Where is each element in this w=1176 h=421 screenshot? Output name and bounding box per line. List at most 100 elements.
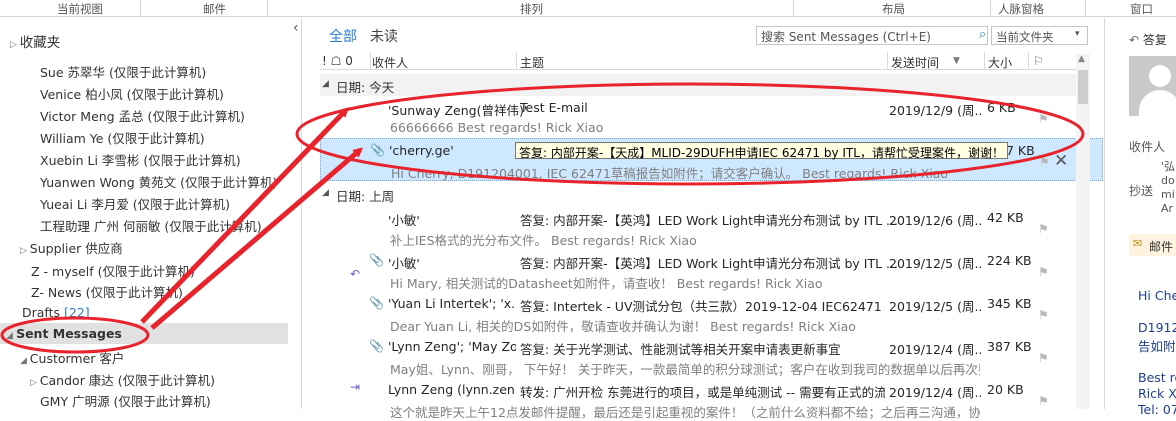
favorites-node[interactable]: ▷ 收藏夹 xyxy=(10,31,60,51)
message-to: 'cherry.ge' xyxy=(389,143,454,158)
ribbon-separator xyxy=(793,0,794,16)
folder-item-customer[interactable]: ◢ Custormer 客户 xyxy=(20,348,124,367)
ribbon-group-arrange[interactable]: 排列 xyxy=(520,1,543,17)
attachment-icon: 📎 xyxy=(369,296,384,310)
avatar-body xyxy=(1139,90,1176,116)
attachment-icon: 📎 xyxy=(369,339,384,353)
folder-item-candor[interactable]: ▷ Candor 康达 (仅限于此计算机) xyxy=(30,370,215,389)
expand-triangle-icon: ▷ xyxy=(10,40,20,50)
search-icon[interactable]: ⌕ xyxy=(979,27,986,42)
folder-pane: ‹ ▷ 收藏夹 Sue 苏翠华 (仅限于此计算机) Venice 柏小凤 (仅限… xyxy=(0,18,302,409)
search-box[interactable]: 搜索 Sent Messages (Ctrl+E) ⌕ xyxy=(756,26,988,45)
folder-item[interactable]: Z- News (仅限于此计算机) xyxy=(31,282,183,301)
flag-column-icon[interactable]: ⚐ xyxy=(1033,54,1044,68)
collapse-triangle-icon: ◢ xyxy=(322,188,329,198)
attachment-icon: 📎 xyxy=(369,253,384,267)
scroll-thumb[interactable] xyxy=(1078,70,1088,104)
message-row[interactable]: 📎 'Lynn Zeng'; 'May Zo... 答复: 关于光学测试、性能测… xyxy=(320,335,1103,378)
message-to: '小敏' xyxy=(388,213,420,228)
flag-icon[interactable]: ⚑ xyxy=(1038,308,1049,322)
folder-item[interactable]: Victor Meng 孟总 (仅限于此计算机) xyxy=(40,106,245,125)
ribbon-group-layout[interactable]: 布局 xyxy=(882,1,905,17)
message-to: '小敏' xyxy=(388,256,420,271)
body-line: 告如附 xyxy=(1138,339,1176,354)
message-list-scrollbar[interactable]: ▲ xyxy=(1076,54,1090,409)
expand-triangle-icon: ▷ xyxy=(30,378,40,388)
message-to: Lynn Zeng (lynn.zen... xyxy=(388,382,516,397)
message-row[interactable]: 📎 'Yuan Li Intertek'; 'x... 答复: Intertek… xyxy=(320,292,1103,335)
ribbon-separator xyxy=(140,0,141,16)
message-to: 'Lynn Zeng'; 'May Zo... xyxy=(388,339,516,354)
message-size: 345 KB xyxy=(987,296,1032,311)
message-date: 2019/12/5 (周... xyxy=(889,299,981,314)
sort-descending-icon: ▼ xyxy=(953,56,960,66)
column-separator xyxy=(984,52,985,69)
search-scope-value: 当前文件夹 xyxy=(996,30,1054,44)
message-list-pane: 全部 未读 搜索 Sent Messages (Ctrl+E) ⌕ 当前文件夹 … xyxy=(303,18,1103,420)
column-size-header[interactable]: 大小 xyxy=(988,54,1012,71)
message-preview: Dear Yuan Li, 相关的DS如附件，敬请查收并确认为谢！ Best r… xyxy=(390,319,856,334)
folder-item-supplier[interactable]: ▷ Supplier 供应商 xyxy=(20,238,123,257)
flag-icon[interactable]: ⚑ xyxy=(1038,222,1049,236)
message-size: 42 KB xyxy=(987,210,1024,225)
reply-button[interactable]: ↶ 答复 xyxy=(1129,31,1167,48)
flag-icon[interactable]: ⚑ xyxy=(1038,112,1049,126)
delete-icon[interactable]: ✕ xyxy=(1054,151,1068,171)
folder-scrollbar[interactable] xyxy=(293,18,301,409)
folder-item-sent-messages[interactable]: ◢ Sent Messages xyxy=(6,326,122,341)
flag-icon[interactable]: ⚑ xyxy=(1038,351,1049,365)
message-row[interactable]: '小敏' 答复: 内部开案-【英鸿】LED Work Light申请光分布测试 … xyxy=(320,206,1103,249)
sent-label: Sent Messages xyxy=(16,326,122,341)
group-header-last-week[interactable]: ◢ 日期: 上周 xyxy=(320,183,1090,205)
message-subject: 答复: 内部开案-【英鸿】LED Work Light申请光分布测试 by IT… xyxy=(520,213,898,228)
ribbon-group-window[interactable]: 窗口 xyxy=(1130,1,1153,17)
message-size: 20 KB xyxy=(987,382,1024,397)
search-scope-dropdown[interactable]: 当前文件夹 ▾ xyxy=(991,26,1088,45)
folder-item[interactable]: Yuanwen Wong 黄苑文 (仅限于此计算机) xyxy=(40,172,277,191)
body-line: Best re xyxy=(1138,370,1176,385)
message-row[interactable]: ↶ 📎 '小敏' 答复: 内部开案-【英鸿】LED Work Light申请光分… xyxy=(320,249,1103,292)
message-size: 6 KB xyxy=(987,100,1016,115)
message-date: 2019/12/6 (周... xyxy=(889,213,981,228)
column-sent-header[interactable]: 发送时间 xyxy=(891,54,939,71)
folder-item[interactable]: Yueai Li 李月爱 (仅限于此计算机) xyxy=(40,194,230,213)
ribbon-group-current-view[interactable]: 当前视图 xyxy=(57,1,103,17)
message-date: 2019/12/5 (周... xyxy=(889,256,981,271)
column-icons-header[interactable]: ! ☖ 0 xyxy=(322,54,353,68)
message-row[interactable]: 'Sunway Zeng(曾祥伟)' Test E-mail 2019/12/9… xyxy=(320,96,1103,139)
collapse-triangle-icon: ◢ xyxy=(6,331,17,341)
flag-icon[interactable]: ⚑ xyxy=(1039,155,1050,169)
search-input[interactable]: 搜索 Sent Messages (Ctrl+E) xyxy=(761,28,931,44)
body-line: Rick X xyxy=(1138,386,1176,401)
group-header-today[interactable]: ◢ 日期: 今天 xyxy=(320,74,1090,96)
message-size: 7 KB xyxy=(1006,143,1035,158)
attachment-icon: 📎 xyxy=(370,143,385,157)
scroll-up-icon[interactable]: ▲ xyxy=(1078,54,1085,64)
mail-bar: ✉ 邮件 xyxy=(1129,234,1176,256)
folder-item[interactable]: Venice 柏小凤 (仅限于此计算机) xyxy=(40,84,224,103)
folder-item[interactable]: Z - myself (仅限于此计算机) xyxy=(31,261,195,280)
filter-unread-tab[interactable]: 未读 xyxy=(370,26,398,46)
folder-item[interactable]: William Ye (仅限于此计算机) xyxy=(40,128,205,147)
message-to: 'Sunway Zeng(曾祥伟)' xyxy=(388,103,528,118)
flag-icon[interactable]: ⚑ xyxy=(1038,394,1049,408)
folder-item[interactable]: 工程助理 广州 何丽敏 (仅限于此计算机) xyxy=(40,216,262,235)
ribbon: 当前视图 邮件 排列 布局 人脉窗格 窗口 xyxy=(0,0,1176,17)
flag-icon[interactable]: ⚑ xyxy=(1038,265,1049,279)
avatar-head xyxy=(1149,65,1171,87)
column-to-header[interactable]: 收件人 xyxy=(372,54,408,71)
folder-item[interactable]: Xuebin Li 李雪彬 (仅限于此计算机) xyxy=(40,150,241,169)
filter-all-tab[interactable]: 全部 xyxy=(329,26,357,46)
ribbon-group-mail[interactable]: 邮件 xyxy=(203,1,226,17)
ribbon-group-people-pane[interactable]: 人脉窗格 xyxy=(998,1,1044,17)
folder-item-drafts[interactable]: Drafts [22] xyxy=(22,305,90,320)
folder-item[interactable]: GMY 广明源 (仅限于此计算机) xyxy=(40,391,211,410)
message-preview: Hi Cherry, D191204001, IEC 62471草稿报告如附件；… xyxy=(391,166,949,181)
folder-item[interactable]: Sue 苏翠华 (仅限于此计算机) xyxy=(40,62,206,81)
body-line: D1912 xyxy=(1138,320,1176,335)
message-row[interactable]: ⇥ Lynn Zeng (lynn.zen... 转发: 广州开检 东莞进行的项… xyxy=(320,378,1103,421)
column-subject-header[interactable]: 主题 xyxy=(520,54,544,71)
to-label: 收件人 xyxy=(1129,140,1166,154)
column-separator xyxy=(516,52,517,69)
avatar xyxy=(1129,56,1176,116)
